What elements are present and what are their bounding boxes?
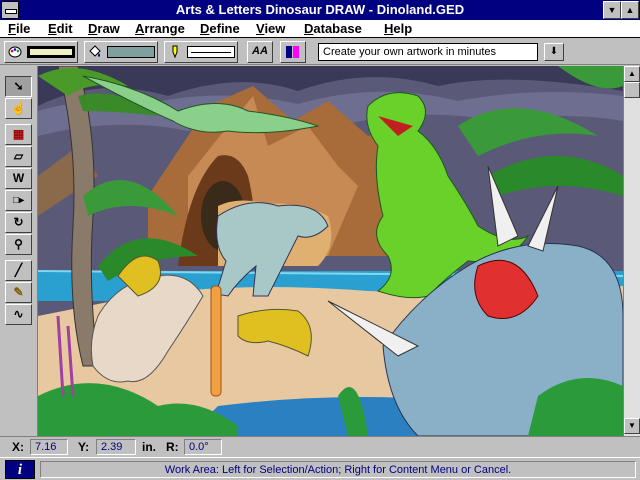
- pen-icon: ✎: [13, 285, 24, 299]
- status-bar: i Work Area: Left for Selection/Action; …: [0, 457, 640, 480]
- zoom-tool-button[interactable]: ⚲: [5, 234, 32, 255]
- unit-label: in.: [142, 440, 156, 454]
- symbol-library-icon: ▦: [12, 127, 25, 141]
- pen-nib-icon: [172, 45, 178, 59]
- menu-file[interactable]: File: [8, 21, 30, 36]
- symbol-dropdown-button[interactable]: ⬇: [544, 43, 564, 61]
- font-button[interactable]: AA: [247, 41, 273, 63]
- fill-color-selector[interactable]: [4, 41, 78, 63]
- palette-icon: [8, 46, 22, 58]
- maximize-button[interactable]: ▲: [621, 1, 639, 19]
- color-style-button[interactable]: [280, 41, 306, 63]
- symbol-search-input[interactable]: Create your own artwork in minutes: [318, 43, 538, 61]
- menu-help[interactable]: Help: [384, 21, 412, 36]
- scroll-thumb[interactable]: [624, 82, 640, 98]
- r-label: R:: [166, 440, 179, 454]
- line-style-preview: [187, 46, 235, 58]
- hand-tool-button[interactable]: ☝: [5, 98, 32, 119]
- x-label: X:: [12, 440, 24, 454]
- rotate-icon: ↻: [13, 215, 24, 229]
- info-button[interactable]: i: [5, 460, 35, 479]
- line-icon: ╱: [14, 263, 23, 277]
- line-style-selector[interactable]: [164, 41, 238, 63]
- zoom-icon: ⚲: [14, 237, 23, 251]
- hand-icon: ☝: [11, 101, 26, 115]
- line-tool-button[interactable]: ╱: [5, 260, 32, 281]
- shapes-icon: ▱: [13, 149, 24, 163]
- rotate-tool-button[interactable]: ↻: [5, 212, 32, 233]
- menu-draw[interactable]: Draw: [88, 21, 120, 36]
- title-bar: Arts & Letters Dinosaur DRAW - Dinoland.…: [0, 0, 640, 20]
- menu-database[interactable]: Database: [304, 21, 362, 36]
- fill-color-swatch: [27, 46, 75, 58]
- connector-icon: □▸: [12, 195, 25, 206]
- scroll-up-button[interactable]: ▲: [624, 66, 640, 82]
- menu-edit[interactable]: Edit: [48, 21, 73, 36]
- menu-bar: File Edit Draw Arrange Define View Datab…: [0, 20, 640, 38]
- text-tool-button[interactable]: W: [5, 168, 32, 189]
- tool-palette: ➘ ☝ ▦ ▱ W □▸ ↻ ⚲ ╱ ✎ ∿: [0, 66, 38, 436]
- x-value: 7.16: [30, 439, 68, 455]
- minimize-button[interactable]: ▼: [603, 1, 621, 19]
- connector-tool-button[interactable]: □▸: [5, 190, 32, 211]
- scroll-down-button[interactable]: ▼: [624, 418, 640, 434]
- text-icon: W: [12, 171, 25, 185]
- freehand-icon: ∿: [13, 307, 24, 321]
- freehand-tool-button[interactable]: ∿: [5, 304, 32, 325]
- symbol-library-button[interactable]: ▦: [5, 124, 32, 145]
- menu-view[interactable]: View: [256, 21, 285, 36]
- background-color-selector[interactable]: [84, 41, 158, 63]
- status-message: Work Area: Left for Selection/Action; Ri…: [40, 461, 636, 478]
- paint-bucket-icon: [89, 45, 101, 57]
- r-value: 0.0°: [184, 439, 222, 455]
- background-color-swatch: [107, 46, 155, 58]
- color-style-icon: [286, 46, 299, 58]
- selection-arrow-icon: ➘: [13, 79, 24, 93]
- y-value: 2.39: [96, 439, 136, 455]
- drawing-canvas[interactable]: [38, 66, 623, 436]
- selection-tool-button[interactable]: ➘: [5, 76, 32, 97]
- vertical-scrollbar[interactable]: ▲ ▼: [623, 66, 640, 436]
- pen-tool-button[interactable]: ✎: [5, 282, 32, 303]
- dinoland-artwork: [38, 66, 623, 436]
- shapes-tool-button[interactable]: ▱: [5, 146, 32, 167]
- window-title: Arts & Letters Dinosaur DRAW - Dinoland.…: [175, 2, 465, 17]
- menu-arrange[interactable]: Arrange: [135, 21, 185, 36]
- menu-define[interactable]: Define: [200, 21, 240, 36]
- y-label: Y:: [78, 440, 90, 454]
- coordinate-bar: X: 7.16 Y: 2.39 in. R: 0.0°: [0, 436, 640, 456]
